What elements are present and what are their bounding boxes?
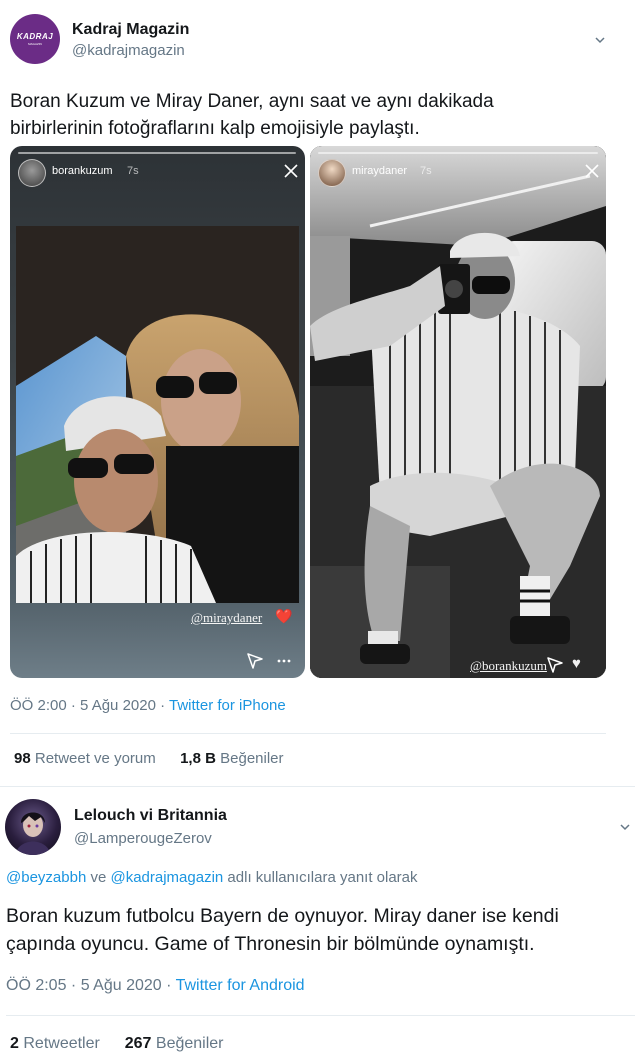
tweet2-display-name[interactable]: Lelouch vi Britannia bbox=[74, 807, 227, 825]
close-icon bbox=[284, 164, 298, 178]
divider bbox=[0, 786, 635, 787]
retweet-label: Retweetler bbox=[23, 1035, 100, 1052]
tweet2-text-line2: çapında oyuncu. Game of Thronesin bir bö… bbox=[6, 933, 535, 955]
tweet2-retweets[interactable]: 2 Retweetler bbox=[10, 1035, 100, 1052]
tweet1-timestamp[interactable]: ÖÖ 2:00 · 5 Ağu 2020 bbox=[10, 697, 156, 714]
like-count: 1,8 B bbox=[180, 750, 216, 767]
tweet1-meta: ÖÖ 2:00 · 5 Ağu 2020 · Twitter for iPhon… bbox=[10, 697, 286, 714]
tweet2-meta: ÖÖ 2:05 · 5 Ağu 2020 · Twitter for Andro… bbox=[6, 977, 305, 995]
tweet2-text-line1: Boran kuzum futbolcu Bayern de oynuyor. … bbox=[6, 905, 559, 927]
tweet2-stats: 2 Retweetler 267 Beğeniler bbox=[10, 1035, 224, 1053]
retweet-count: 98 bbox=[14, 750, 31, 767]
tweet1-stats: 98 Retweet ve yorum 1,8 B Beğeniler bbox=[14, 750, 284, 767]
tweet1-text-line2: birbirlerinin fotoğraflarını kalp emojis… bbox=[10, 118, 420, 139]
car-portrait-photo bbox=[310, 146, 606, 678]
retweet-count: 2 bbox=[10, 1035, 19, 1052]
story-progress-bar bbox=[318, 152, 598, 154]
tweet1-retweets[interactable]: 98 Retweet ve yorum bbox=[14, 750, 156, 767]
kadraj-avatar[interactable]: KADRAJ MAGAZIN bbox=[10, 14, 60, 64]
lelouch-avatar[interactable] bbox=[5, 799, 61, 855]
tweet1-source[interactable]: Twitter for iPhone bbox=[169, 697, 286, 714]
story-mention: @borankuzum bbox=[470, 658, 547, 673]
heart-icon: ♥ bbox=[572, 655, 581, 672]
tweet1-likes[interactable]: 1,8 B Beğeniler bbox=[180, 750, 283, 767]
chevron-down-icon[interactable] bbox=[595, 35, 605, 45]
reply-and: ve bbox=[90, 869, 107, 886]
meta-separator: · bbox=[160, 697, 166, 714]
story-progress-bar bbox=[18, 152, 296, 154]
story-avatar bbox=[18, 159, 46, 187]
story-image-left[interactable]: borankuzum 7s @miraydaner ❤️ bbox=[10, 146, 305, 678]
tweet2-source[interactable]: Twitter for Android bbox=[176, 977, 305, 994]
tweet2-text: Boran kuzum futbolcu Bayern de oynuyor. … bbox=[6, 902, 559, 958]
tweet2-likes[interactable]: 267 Beğeniler bbox=[125, 1035, 224, 1052]
story-mention: @miraydaner bbox=[191, 610, 263, 625]
tweet1-text: Boran Kuzum ve Miray Daner, aynı saat ve… bbox=[10, 88, 494, 142]
tweet1-handle[interactable]: @kadrajmagazin bbox=[72, 42, 185, 59]
send-icon bbox=[247, 653, 263, 669]
tweet2-handle[interactable]: @LamperougeZerov bbox=[74, 830, 212, 847]
avatar-character-art bbox=[15, 812, 51, 855]
story-time: 7s bbox=[420, 165, 432, 177]
like-count: 267 bbox=[124, 1035, 152, 1052]
reply-mention-beyzabbh[interactable]: @beyzabbh bbox=[6, 869, 86, 886]
chevron-down-icon[interactable] bbox=[620, 822, 630, 832]
story-image-right[interactable]: miraydaner 7s @borankuzum ♥ bbox=[310, 146, 606, 678]
like-label: Beğeniler bbox=[155, 1035, 224, 1052]
reply-suffix: adlı kullanıcılara yanıt olarak bbox=[227, 869, 418, 886]
reply-mention-kadrajmagazin[interactable]: @kadrajmagazin bbox=[110, 869, 223, 886]
story-avatar bbox=[318, 159, 346, 187]
tweet1-text-line1: Boran Kuzum ve Miray Daner, aynı saat ve… bbox=[10, 91, 494, 112]
divider bbox=[10, 733, 606, 734]
heart-icon: ❤️ bbox=[275, 608, 293, 624]
close-icon bbox=[585, 164, 599, 178]
divider bbox=[6, 1015, 635, 1016]
tweet2-timestamp[interactable]: ÖÖ 2:05 · 5 Ağu 2020 bbox=[6, 977, 162, 994]
retweet-label: Retweet ve yorum bbox=[34, 750, 156, 767]
couple-selfie-photo bbox=[16, 226, 299, 603]
avatar-logo-subtext: MAGAZIN bbox=[28, 42, 42, 46]
more-icon bbox=[277, 659, 291, 663]
reply-context: @beyzabbh ve @kadrajmagazin adlı kullanı… bbox=[6, 869, 418, 886]
story-username: borankuzum bbox=[52, 165, 113, 177]
tweet1-display-name[interactable]: Kadraj Magazin bbox=[72, 21, 189, 39]
story-username: miraydaner bbox=[352, 165, 408, 177]
meta-separator: · bbox=[166, 977, 172, 994]
like-label: Beğeniler bbox=[220, 750, 284, 767]
send-icon bbox=[547, 657, 563, 673]
story-time: 7s bbox=[127, 165, 139, 177]
avatar-logo-text: KADRAJ bbox=[16, 32, 54, 41]
